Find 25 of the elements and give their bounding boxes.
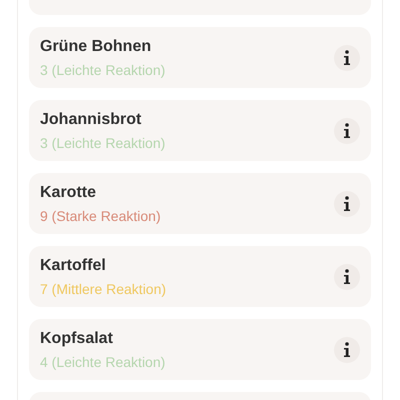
info-icon [343, 268, 351, 284]
reaction-level: 3 (Leichte Reaktion) [40, 134, 166, 152]
reaction-level: 3 (Leichte Reaktion) [40, 60, 166, 78]
info-button[interactable] [334, 118, 360, 144]
info-button[interactable] [334, 44, 360, 70]
info-button[interactable] [334, 336, 360, 362]
food-name: Kartoffel [40, 256, 107, 276]
food-card[interactable]: Karotte 9 (Starke Reaktion) [29, 173, 371, 234]
reaction-level: 7 (Mittlere Reaktion) [40, 280, 166, 298]
food-name: Grüne Bohnen [40, 36, 152, 56]
info-icon [343, 122, 351, 138]
food-name: Johannisbrot [40, 110, 142, 130]
food-card[interactable]: Grüne Bohnen 3 (Leichte Reaktion) [29, 27, 371, 88]
info-icon [343, 342, 351, 358]
food-name: Kopfsalat [40, 328, 114, 348]
food-card[interactable]: Kartoffel 7 (Mittlere Reaktion) [29, 246, 371, 307]
info-icon [343, 196, 351, 212]
info-button[interactable] [334, 264, 360, 290]
food-card[interactable]: Johannisbrot 3 (Leichte Reaktion) [29, 100, 371, 161]
info-button[interactable] [334, 190, 360, 216]
reaction-level: 4 (Leichte Reaktion) [40, 352, 166, 370]
info-icon [343, 50, 351, 66]
food-name: Karotte [40, 182, 98, 202]
reaction-level: 9 (Starke Reaktion) [40, 206, 161, 224]
food-card[interactable]: Kopfsalat 4 (Leichte Reaktion) [29, 319, 371, 380]
